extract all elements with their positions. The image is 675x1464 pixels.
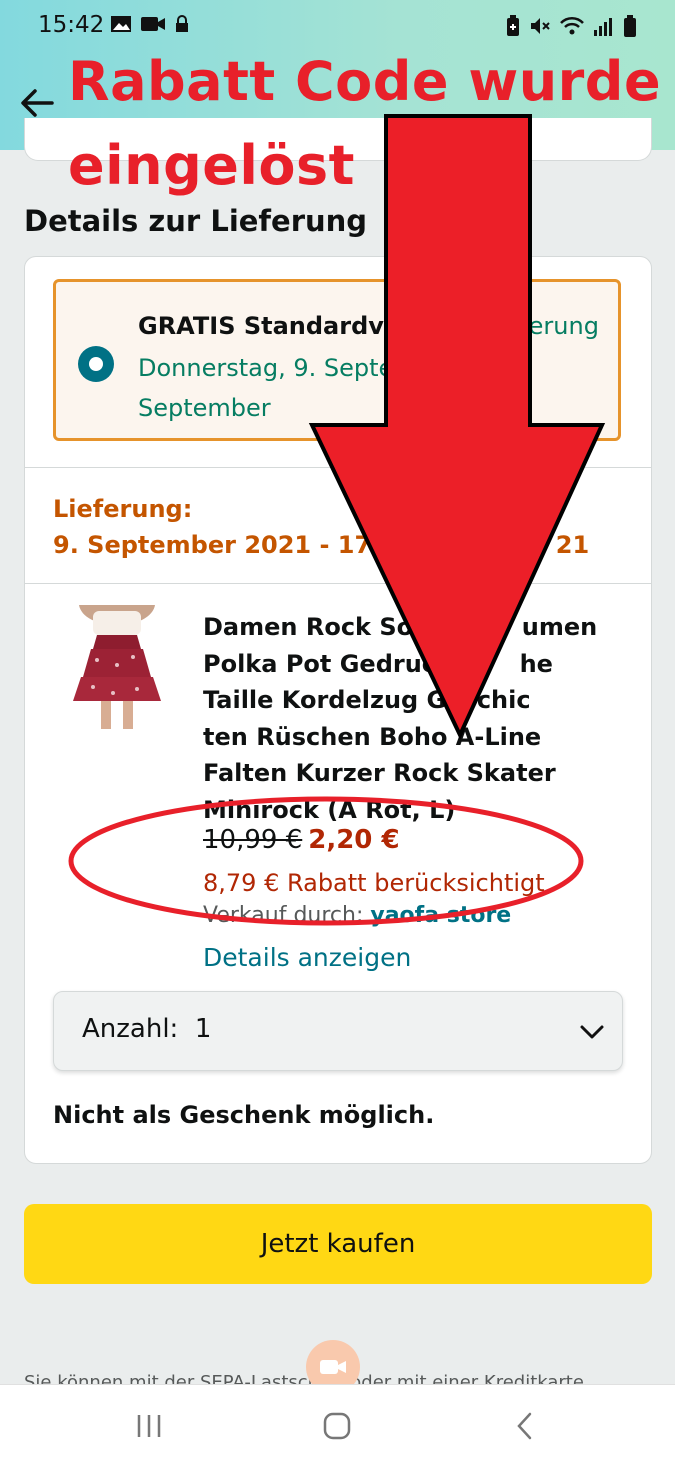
gift-note: Nicht als Geschenk möglich. — [53, 1101, 435, 1129]
status-time: 15:42 — [38, 12, 105, 38]
discount-text: 8,79 € Rabatt berücksichtigt — [203, 869, 545, 897]
radio-selected-icon[interactable] — [78, 346, 114, 382]
recent-apps-icon[interactable] — [132, 1409, 166, 1443]
seller-info: Verkauf durch: yaofa store — [203, 903, 511, 928]
shipping-option-dates: Donnerstag, 9. Septe tag, 17. September — [138, 354, 494, 422]
lock-icon — [176, 15, 188, 32]
product-title[interactable]: Damen Rock So umen Polka Pot Gedruc he T… — [203, 609, 623, 828]
quantity-dropdown[interactable]: Anzahl: 1 — [53, 991, 623, 1071]
delivery-range: 9. September 2021 - 17. 21 — [53, 531, 590, 559]
delivery-label: Lieferung: — [53, 495, 193, 523]
image-icon — [111, 16, 131, 32]
seller-prefix: Verkauf durch: — [203, 903, 364, 928]
status-bar: 15:42 — [0, 10, 675, 44]
divider — [25, 583, 651, 584]
battery-saver-icon — [507, 15, 519, 36]
back-arrow-icon[interactable] — [18, 84, 56, 122]
shipping-option[interactable]: GRATIS Standardve ferung Donnerstag, 9. S… — [53, 279, 621, 441]
quantity-label: Anzahl: 1 — [82, 1014, 211, 1044]
shipping-option-title-text: GRATIS Standardve — [138, 312, 401, 340]
section-title: Details zur Lieferung — [24, 204, 368, 238]
price-row: 10,99 €2,20 € — [203, 825, 400, 855]
seller-link[interactable]: yaofa store — [370, 903, 511, 928]
old-price: 10,99 € — [203, 825, 303, 855]
delivery-info: Lieferung: 9. September 2021 - 17. 21 — [53, 491, 589, 563]
system-navigation-bar — [0, 1384, 675, 1464]
home-icon[interactable] — [320, 1409, 354, 1443]
shipping-option-title-suffix: ferung — [520, 312, 599, 340]
annotation-text: Rabatt Code wurde eingelöst — [68, 50, 662, 197]
quantity-label-text: Anzahl: — [82, 1014, 179, 1044]
shipping-option-title: GRATIS Standardve ferung — [138, 312, 599, 340]
chevron-down-icon — [580, 1025, 604, 1039]
video-call-icon — [141, 17, 165, 31]
quantity-value: 1 — [194, 1014, 212, 1044]
back-nav-icon[interactable] — [508, 1409, 542, 1443]
new-price: 2,20 € — [308, 825, 400, 855]
signal-icon — [594, 18, 612, 36]
product-image[interactable] — [67, 605, 167, 729]
delivery-details-card: GRATIS Standardve ferung Donnerstag, 9. S… — [24, 256, 652, 1164]
mute-icon — [531, 18, 550, 34]
wifi-icon — [560, 16, 584, 35]
battery-icon — [624, 15, 636, 37]
details-link[interactable]: Details anzeigen — [203, 943, 411, 972]
divider — [25, 467, 651, 468]
buy-now-button[interactable]: Jetzt kaufen — [24, 1204, 652, 1284]
